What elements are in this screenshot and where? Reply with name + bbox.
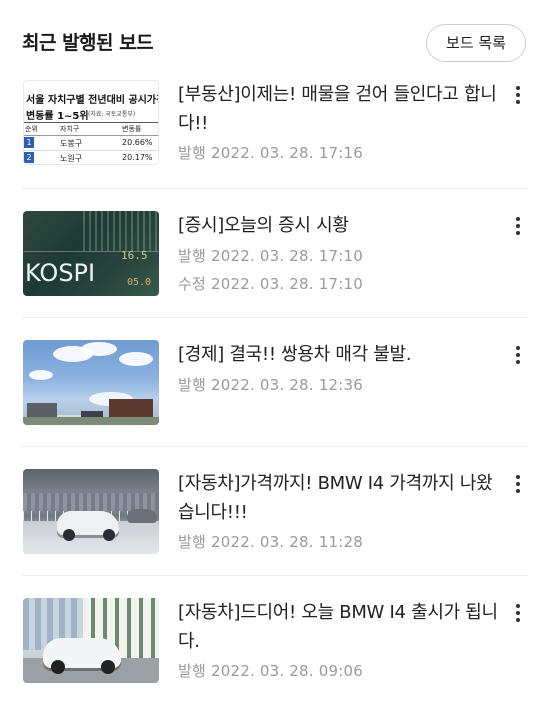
article-modified-date: 수정 2022. 03. 28. 17:10 — [178, 275, 363, 293]
article-item[interactable]: [자동차]드디어! 오늘 BMW I4 출시가 됩니다. 발행 2022. 03… — [22, 576, 528, 704]
thumb-kospi-text: KOSPI — [25, 259, 96, 287]
article-published-date: 발행 2022. 03. 28. 17:16 — [178, 144, 363, 162]
article-thumbnail[interactable] — [23, 598, 159, 683]
article-title[interactable]: [부동산]이제는! 매물을 걷어 들인다고 합니다!! — [178, 80, 498, 138]
article-published-date: 발행 2022. 03. 28. 12:36 — [178, 376, 363, 394]
more-options-icon[interactable] — [512, 475, 524, 497]
article-published-date: 발행 2022. 03. 28. 11:28 — [178, 533, 363, 551]
article-thumbnail[interactable] — [23, 340, 159, 425]
article-thumbnail[interactable]: 16.5 KOSPI 05.0 — [23, 211, 159, 296]
thumb-digits: 16.5 — [121, 249, 148, 262]
article-published-date: 발행 2022. 03. 28. 09:06 — [178, 662, 363, 680]
more-options-icon[interactable] — [512, 86, 524, 108]
thumb-table-header: 순위 자치구 변동률 — [24, 122, 158, 136]
article-item[interactable]: [자동차]가격까지! BMW I4 가격까지 나왔습니다!!! 발행 2022.… — [22, 447, 528, 576]
article-item[interactable]: [경제] 결국!! 쌍용차 매각 불발. 발행 2022. 03. 28. 12… — [22, 318, 528, 447]
header: 최근 발행된 보드 보드 목록 — [0, 0, 550, 80]
board-list-button[interactable]: 보드 목록 — [426, 24, 526, 62]
more-options-icon[interactable] — [512, 217, 524, 239]
article-published-date: 발행 2022. 03. 28. 17:10 — [178, 247, 363, 265]
article-title[interactable]: [경제] 결국!! 쌍용차 매각 불발. — [178, 340, 498, 369]
article-title[interactable]: [자동차]드디어! 오늘 BMW I4 출시가 됩니다. — [178, 598, 498, 656]
article-list: 서울 자치구별 전년대비 공시가격 변동률 1~5위 (자료: 국토교통부) 순… — [0, 80, 550, 704]
article-thumbnail[interactable]: 서울 자치구별 전년대비 공시가격 변동률 1~5위 (자료: 국토교통부) 순… — [23, 80, 159, 165]
article-thumbnail[interactable] — [23, 469, 159, 554]
article-item[interactable]: 16.5 KOSPI 05.0 [증시]오늘의 증시 시황 발행 2022. 0… — [22, 189, 528, 318]
more-options-icon[interactable] — [512, 346, 524, 368]
thumb-heading: 서울 자치구별 전년대비 공시가격 — [26, 95, 159, 106]
thumb-source: (자료: 국토교통부) — [88, 111, 136, 118]
article-title[interactable]: [자동차]가격까지! BMW I4 가격까지 나왔습니다!!! — [178, 469, 498, 527]
thumb-subheading: 변동률 1~5위 — [26, 111, 89, 122]
article-item[interactable]: 서울 자치구별 전년대비 공시가격 변동률 1~5위 (자료: 국토교통부) 순… — [22, 80, 528, 189]
thumb-table-row: 1 도봉구 20.66% — [24, 136, 158, 151]
page-title: 최근 발행된 보드 — [22, 32, 154, 54]
thumb-digits: 05.0 — [127, 277, 152, 288]
more-options-icon[interactable] — [512, 604, 524, 626]
thumb-table-row: 2 노원구 20.17% — [24, 151, 158, 164]
article-title[interactable]: [증시]오늘의 증시 시황 — [178, 211, 498, 240]
